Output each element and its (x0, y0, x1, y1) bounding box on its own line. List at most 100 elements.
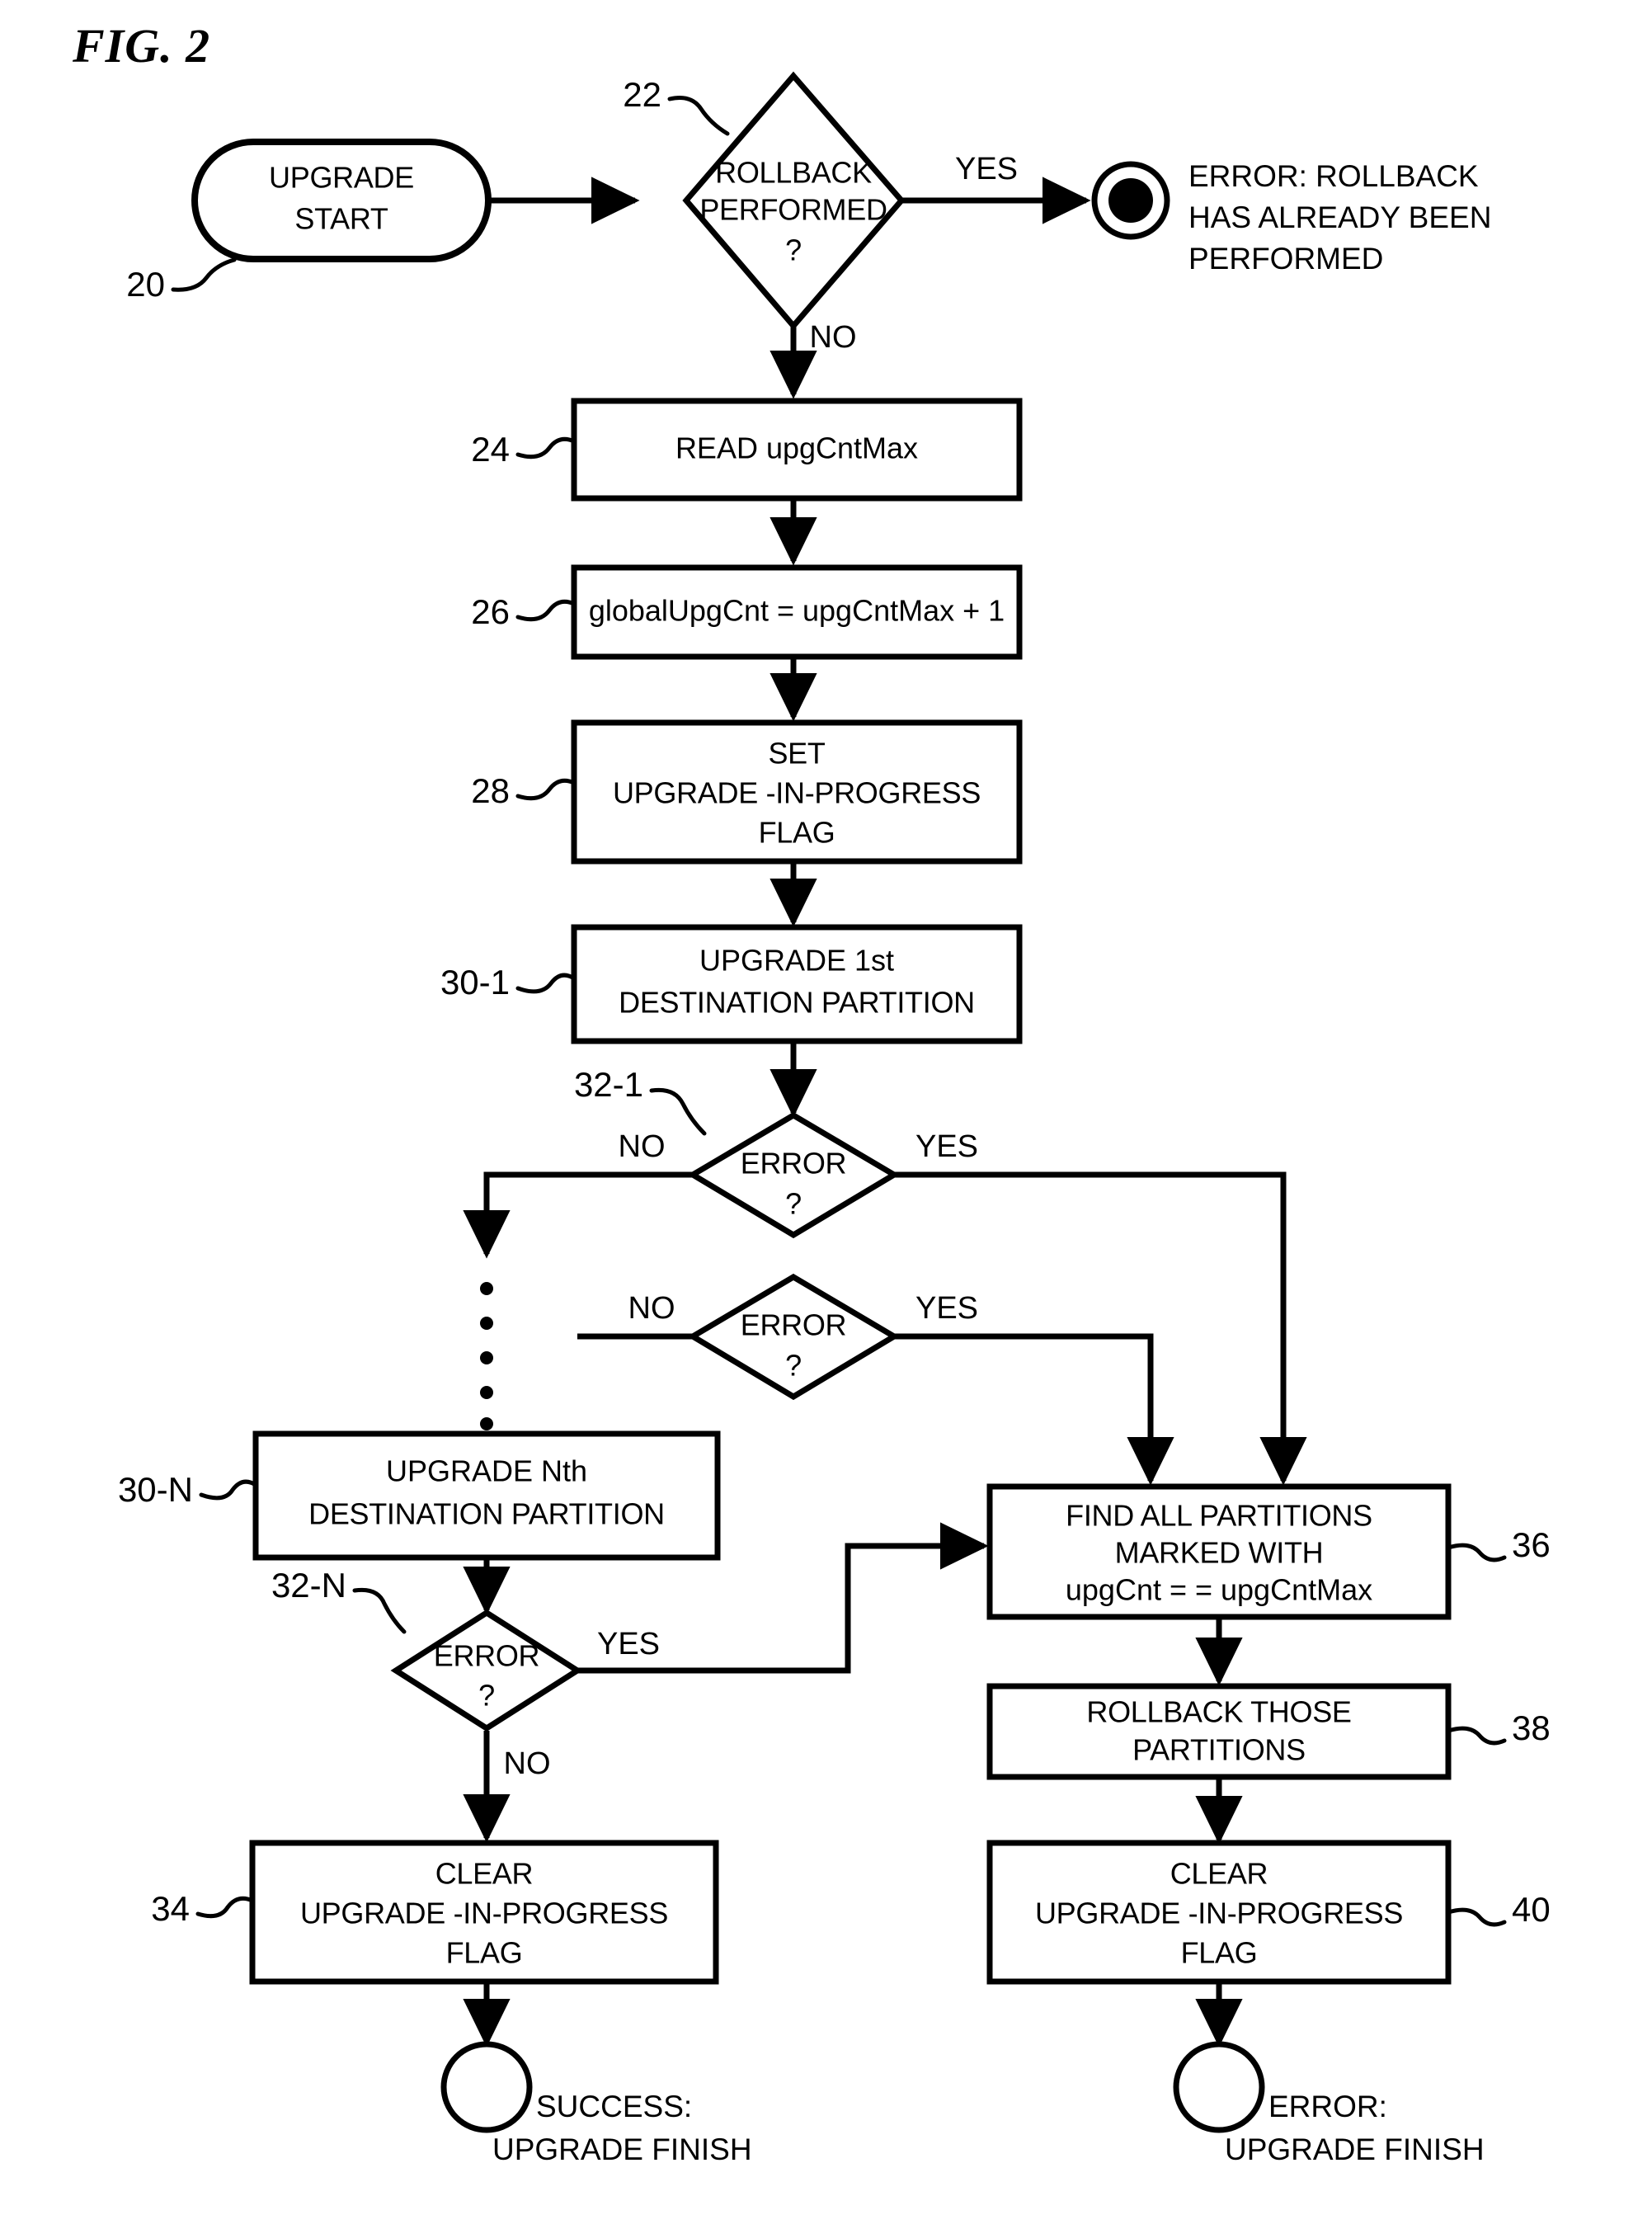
flowchart-canvas: UPGRADE START 20 ROLLBACK PERFORMED ? 22… (118, 71, 1551, 2166)
start-label-line-1: UPGRADE (269, 161, 414, 195)
clear-flag-error-line-3: FLAG (1181, 1936, 1258, 1970)
clear-flag-success-line-3: FLAG (446, 1936, 523, 1970)
rollback-check-line-2: PERFORMED (699, 193, 887, 227)
ref-number-28: 28 (471, 771, 510, 810)
read-max-label: READ upgCntMax (675, 431, 918, 465)
error-check-mid-line-2: ? (785, 1349, 802, 1383)
leader-line-26 (515, 599, 577, 622)
upgrade-nth-line-2: DESTINATION PARTITION (308, 1497, 665, 1531)
ref-number-22: 22 (623, 75, 661, 114)
clear-flag-error-line-1: CLEAR (1170, 1857, 1268, 1891)
error-annotation-line-2: UPGRADE FINISH (1225, 2132, 1485, 2166)
node-set-global[interactable]: globalUpgCnt = upgCntMax + 1 26 (471, 564, 1023, 660)
rollback-check-line-3: ? (785, 233, 802, 267)
leader-line-36 (1446, 1543, 1507, 1562)
leader-line-34 (195, 1896, 255, 1919)
ref-number-24: 24 (471, 430, 510, 469)
find-partitions-line-1: FIND ALL PARTITIONS (1066, 1499, 1372, 1533)
figure-title: FIG. 2 (73, 19, 211, 73)
rollback-check-yes-label: YES (955, 152, 1018, 186)
node-set-flag[interactable]: SET UPGRADE -IN-PROGRESS FLAG 28 (471, 719, 1023, 865)
upgrade-first-line-1: UPGRADE 1st (699, 944, 894, 978)
node-upgrade-first[interactable]: UPGRADE 1st DESTINATION PARTITION 30-1 (440, 924, 1023, 1044)
node-clear-flag-error[interactable]: CLEAR UPGRADE -IN-PROGRESS FLAG 40 (986, 1840, 1551, 1985)
error-check-nth-line-1: ERROR (434, 1639, 540, 1673)
error-annotation-line-1: ERROR: (1268, 2090, 1387, 2123)
start-terminal-shape (191, 139, 492, 262)
success-terminal-circle (440, 2041, 533, 2133)
rollback-error-annotation-line-1: ERROR: ROLLBACK (1188, 159, 1479, 193)
leader-line-24 (515, 436, 577, 459)
rollback-error-annotation-line-2: HAS ALREADY BEEN (1188, 200, 1491, 234)
upgrade-nth-process-shape (252, 1430, 721, 1561)
error-check-nth-yes-label: YES (597, 1627, 660, 1661)
error-check-first-line-1: ERROR (741, 1147, 847, 1180)
rollback-partitions-line-1: ROLLBACK THOSE (1086, 1695, 1351, 1729)
node-find-partitions[interactable]: FIND ALL PARTITIONS MARKED WITH upgCnt =… (986, 1483, 1551, 1620)
leader-line-30-N (199, 1479, 258, 1501)
leader-line-22 (667, 96, 730, 136)
connector-error-check-mid-yes-to-find-partitions (894, 1333, 1174, 1486)
ref-number-32-1: 32-1 (574, 1065, 643, 1104)
error-check-mid-yes-label: YES (915, 1291, 978, 1326)
ref-number-40: 40 (1512, 1890, 1551, 1929)
leader-line-28 (515, 778, 577, 801)
start-label-line-2: START (294, 202, 388, 236)
set-flag-line-3: FLAG (759, 816, 835, 850)
rollback-error-annotation-line-3: PERFORMED (1188, 242, 1383, 276)
find-partitions-line-3: upgCnt = = upgCntMax (1066, 1573, 1372, 1607)
find-partitions-line-2: MARKED WITH (1115, 1536, 1324, 1570)
node-read-max[interactable]: READ upgCntMax 24 (471, 398, 1023, 502)
leader-line-30-1 (515, 973, 577, 994)
rollback-check-no-label: NO (810, 320, 857, 355)
ref-number-26: 26 (471, 592, 510, 631)
node-rollback-partitions[interactable]: ROLLBACK THOSE PARTITIONS 38 (986, 1683, 1551, 1780)
clear-flag-success-line-2: UPGRADE -IN-PROGRESS (300, 1897, 668, 1930)
ref-number-30-N: 30-N (118, 1470, 193, 1509)
leader-line-32-N (352, 1587, 407, 1634)
node-clear-flag-success[interactable]: CLEAR UPGRADE -IN-PROGRESS FLAG 34 (151, 1840, 719, 1985)
upgrade-nth-line-1: UPGRADE Nth (386, 1454, 587, 1488)
node-upgrade-nth[interactable]: UPGRADE Nth DESTINATION PARTITION 30-N (118, 1430, 721, 1561)
rollback-error-terminal-inner-dot (1108, 178, 1153, 223)
node-rollback-error-terminal[interactable]: ERROR: ROLLBACK HAS ALREADY BEEN PERFORM… (1091, 159, 1491, 276)
set-flag-line-1: SET (768, 737, 825, 770)
success-annotation-line-2: UPGRADE FINISH (492, 2132, 752, 2166)
node-start[interactable]: UPGRADE START 20 (126, 139, 492, 304)
error-terminal-circle (1173, 2041, 1265, 2133)
node-error-check-first[interactable]: ERROR ? 32-1 NO YES (574, 1065, 978, 1239)
leader-line-20 (171, 257, 237, 292)
set-flag-line-2: UPGRADE -IN-PROGRESS (613, 776, 981, 810)
error-check-mid-no-label: NO (628, 1291, 675, 1326)
ref-number-32-N: 32-N (271, 1566, 346, 1605)
set-global-label: globalUpgCnt = upgCntMax + 1 (589, 594, 1005, 628)
error-check-first-line-2: ? (785, 1187, 802, 1221)
error-check-nth-no-label: NO (504, 1746, 551, 1781)
ref-number-30-1: 30-1 (440, 963, 510, 1001)
figure-root: FIG. 2 UPGRADE START 20 ROLLBACK PERFORM… (0, 0, 1652, 2229)
leader-line-40 (1446, 1907, 1507, 1927)
leader-line-38 (1446, 1726, 1507, 1746)
rollback-partitions-line-2: PARTITIONS (1132, 1733, 1306, 1767)
node-error-check-nth[interactable]: ERROR ? 32-N YES NO (271, 1566, 660, 1781)
rollback-check-line-1: ROLLBACK (715, 156, 872, 190)
node-rollback-check[interactable]: ROLLBACK PERFORMED ? 22 YES NO (623, 71, 1018, 355)
success-annotation-line-1: SUCCESS: (536, 2090, 692, 2123)
ref-number-38: 38 (1512, 1708, 1551, 1747)
node-success-terminal[interactable]: SUCCESS: UPGRADE FINISH (440, 2041, 752, 2166)
error-check-first-no-label: NO (619, 1129, 666, 1164)
clear-flag-success-line-1: CLEAR (435, 1857, 534, 1891)
upgrade-first-line-2: DESTINATION PARTITION (619, 986, 975, 1020)
node-error-terminal[interactable]: ERROR: UPGRADE FINISH (1173, 2041, 1485, 2166)
vertical-ellipsis (480, 1282, 493, 1430)
error-check-mid-line-1: ERROR (741, 1308, 847, 1342)
ref-number-36: 36 (1512, 1525, 1551, 1564)
ref-number-34: 34 (151, 1889, 190, 1928)
error-check-nth-line-2: ? (478, 1679, 495, 1713)
connector-error-check-first-yes-to-find-partitions (894, 1171, 1307, 1486)
connector-error-check-first-no (463, 1171, 693, 1259)
ref-number-20: 20 (126, 265, 165, 304)
clear-flag-error-line-2: UPGRADE -IN-PROGRESS (1035, 1897, 1403, 1930)
leader-line-32-1 (649, 1087, 707, 1136)
error-check-first-yes-label: YES (915, 1129, 978, 1164)
